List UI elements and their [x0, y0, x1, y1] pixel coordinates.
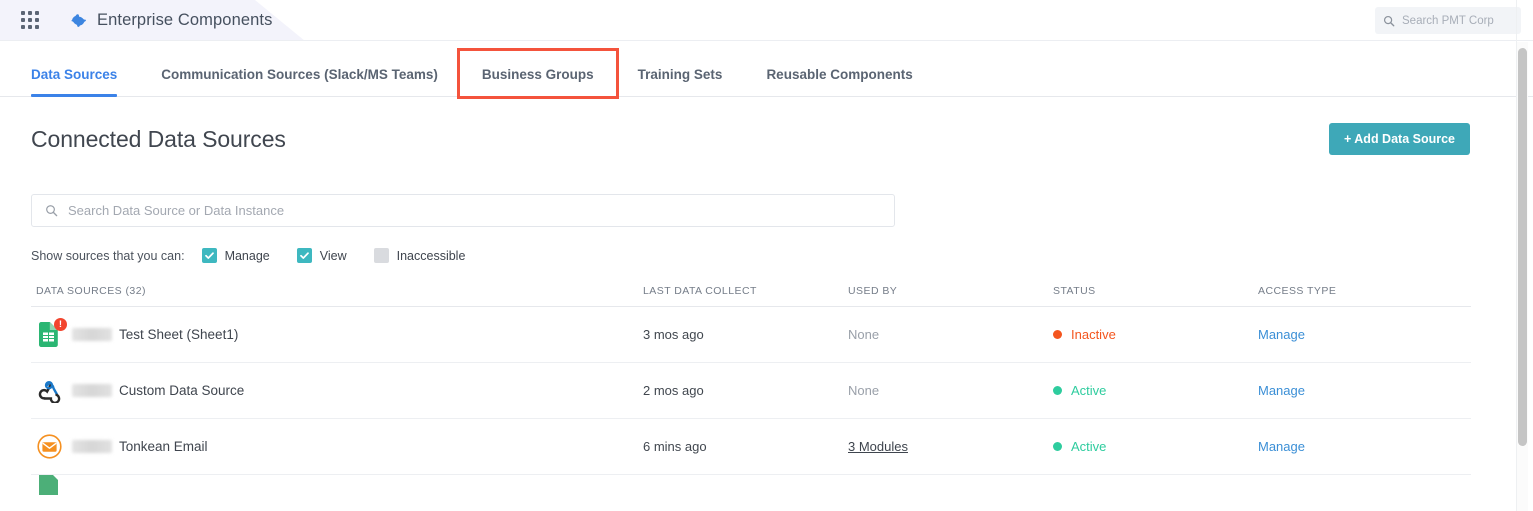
cell-status: Inactive	[1053, 327, 1258, 342]
tab-label: Training Sets	[638, 67, 723, 82]
global-search-input[interactable]: Search PMT Corp	[1375, 7, 1521, 34]
table-row[interactable]: Custom Data Source 2 mos agoNone Active Man…	[31, 363, 1471, 419]
add-data-source-button[interactable]: + Add Data Source	[1329, 123, 1470, 155]
filter-label: Manage	[225, 249, 270, 263]
tab-label: Data Sources	[31, 67, 117, 82]
manage-link[interactable]: Manage	[1258, 327, 1305, 342]
cell-access-type[interactable]: Manage	[1258, 327, 1466, 342]
google-sheets-icon: !	[36, 322, 62, 348]
data-source-name: Tonkean Email	[119, 439, 208, 454]
top-header-bar: Enterprise Components Search PMT Corp	[0, 0, 1533, 41]
column-header-data-sources: DATA SOURCES (32)	[31, 285, 643, 297]
cell-used-by: None	[848, 383, 1053, 398]
table-header-row: DATA SOURCES (32) LAST DATA COLLECT USED…	[31, 285, 1471, 307]
main-content: Connected Data Sources + Add Data Source…	[0, 97, 1533, 511]
cell-data-source-name[interactable]: Tonkean Email	[31, 434, 643, 460]
manage-link[interactable]: Manage	[1258, 439, 1305, 454]
vertical-scrollbar[interactable]	[1517, 42, 1528, 511]
webhook-icon	[36, 378, 62, 404]
checkbox-inaccessible-unchecked[interactable]	[374, 248, 389, 263]
search-icon	[1383, 15, 1395, 27]
filter-label: Inaccessible	[397, 249, 466, 263]
cell-access-type[interactable]: Manage	[1258, 439, 1466, 454]
status-dot-icon	[1053, 442, 1062, 451]
check-icon	[299, 250, 310, 261]
data-sources-table: DATA SOURCES (32) LAST DATA COLLECT USED…	[31, 285, 1471, 495]
redacted-text	[72, 384, 112, 397]
filters-label: Show sources that you can:	[31, 249, 185, 263]
checkbox-view-checked[interactable]	[297, 248, 312, 263]
blob-logo-icon	[69, 11, 88, 30]
tab-bar: Data Sources Communication Sources (Slack…	[0, 41, 1533, 97]
check-icon	[204, 250, 215, 261]
cell-status: Active	[1053, 383, 1258, 398]
cell-data-source-name[interactable]: ! Test Sheet (Sheet1)	[31, 322, 643, 348]
email-envelope-icon	[36, 434, 62, 460]
table-row-partial[interactable]	[31, 475, 1471, 495]
cell-data-source-name[interactable]: Custom Data Source	[31, 378, 643, 404]
global-search-placeholder: Search PMT Corp	[1402, 15, 1494, 27]
tab-label: Business Groups	[482, 67, 594, 82]
app-title: Enterprise Components	[97, 11, 272, 30]
tab-reusable-components[interactable]: Reusable Components	[744, 68, 934, 97]
cell-last-data-collect: 2 mos ago	[643, 383, 848, 398]
data-source-search-placeholder: Search Data Source or Data Instance	[68, 203, 284, 218]
cell-status: Active	[1053, 439, 1258, 454]
page-header-row: Connected Data Sources + Add Data Source	[31, 97, 1502, 155]
status-badge: Active	[1071, 439, 1106, 454]
filter-manage[interactable]: Manage	[202, 248, 270, 263]
status-dot-icon	[1053, 330, 1062, 339]
page-title: Connected Data Sources	[31, 126, 286, 153]
access-filters: Show sources that you can: Manage View Ina…	[31, 248, 1502, 263]
column-header-last-data-collect: LAST DATA COLLECT	[643, 285, 848, 297]
scrollbar-thumb[interactable]	[1518, 48, 1527, 446]
data-source-name: Custom Data Source	[119, 383, 244, 398]
tab-label: Communication Sources (Slack/MS Teams)	[161, 67, 438, 82]
redacted-text	[72, 440, 112, 453]
status-badge: Active	[1071, 383, 1106, 398]
tab-training-sets[interactable]: Training Sets	[616, 68, 745, 97]
status-badge: Inactive	[1071, 327, 1116, 342]
search-icon	[45, 204, 58, 217]
tab-communication-sources-slack-ms-teams[interactable]: Communication Sources (Slack/MS Teams)	[139, 68, 460, 97]
google-sheets-icon	[36, 475, 62, 495]
app-launcher-icon[interactable]	[19, 9, 41, 31]
filter-label: View	[320, 249, 347, 263]
table-row[interactable]: ! Test Sheet (Sheet1) 3 mos agoNone Inactiv…	[31, 307, 1471, 363]
data-source-name: Test Sheet (Sheet1)	[119, 327, 238, 342]
brand[interactable]: Enterprise Components	[69, 11, 272, 30]
cell-used-by[interactable]: 3 Modules	[848, 439, 1053, 454]
checkbox-manage-checked[interactable]	[202, 248, 217, 263]
cell-access-type[interactable]: Manage	[1258, 383, 1466, 398]
cell-last-data-collect: 3 mos ago	[643, 327, 848, 342]
filter-inaccessible[interactable]: Inaccessible	[374, 248, 466, 263]
column-header-used-by: USED BY	[848, 285, 1053, 297]
used-by-link[interactable]: 3 Modules	[848, 439, 908, 454]
used-by-value: None	[848, 327, 879, 342]
tab-label: Reusable Components	[766, 67, 912, 82]
status-dot-icon	[1053, 386, 1062, 395]
manage-link[interactable]: Manage	[1258, 383, 1305, 398]
column-header-access-type: ACCESS TYPE	[1258, 285, 1466, 297]
used-by-value: None	[848, 383, 879, 398]
cell-used-by: None	[848, 327, 1053, 342]
tab-data-sources[interactable]: Data Sources	[31, 68, 139, 97]
tab-business-groups[interactable]: Business Groups	[460, 51, 616, 97]
redacted-text	[72, 328, 112, 341]
table-row[interactable]: Tonkean Email 6 mins ago3 Modules Active Ma…	[31, 419, 1471, 475]
data-source-search-input[interactable]: Search Data Source or Data Instance	[31, 194, 895, 227]
filter-view[interactable]: View	[297, 248, 347, 263]
cell-last-data-collect: 6 mins ago	[643, 439, 848, 454]
column-header-status: STATUS	[1053, 285, 1258, 297]
error-badge-icon: !	[54, 318, 67, 331]
